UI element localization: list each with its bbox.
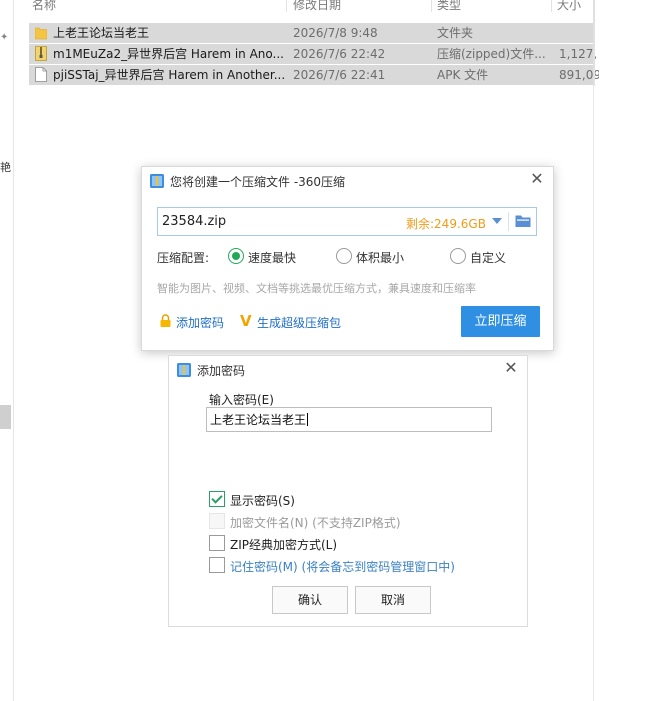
dialog-titlebar[interactable]: 添加密码 ✕ (169, 356, 527, 384)
compress-dialog: 您将创建一个压缩文件 -360压缩 ✕ 23584.zip 剩余:249.6GB… (141, 166, 554, 351)
file-name: 上老王论坛当老王 (53, 26, 150, 40)
dialog-title: 您将创建一个压缩文件 -360压缩 (170, 175, 346, 189)
show-password-checkbox[interactable] (209, 491, 225, 507)
file-row[interactable]: m1MEuZa2_异世界后宫 Harem in Ano... 2026/7/6 … (29, 44, 597, 64)
file-icon (35, 67, 47, 82)
dialog-title: 添加密码 (197, 364, 246, 378)
password-input-label: 输入密码(E) (209, 393, 274, 407)
mode-description: 智能为图片、视频、文档等挑选最优压缩方式，兼具速度和压缩率 (157, 282, 476, 295)
remember-password-checkbox[interactable] (209, 557, 225, 573)
cancel-button[interactable]: 取消 (355, 586, 431, 614)
show-password-label[interactable]: 显示密码(S) (230, 492, 295, 509)
file-name: m1MEuZa2_异世界后宫 Harem in Ano... (53, 47, 284, 61)
password-text: 上老王论坛当老王 (210, 413, 307, 427)
encrypt-filenames-label: 加密文件名(N) (不支持ZIP格式) (230, 516, 401, 530)
file-type: 压缩(zipped)文件... (437, 47, 546, 61)
folder-icon (35, 27, 47, 40)
navigation-selected-item[interactable] (0, 405, 11, 429)
zip-classic-encryption-checkbox[interactable] (209, 535, 225, 551)
window-edge (593, 86, 594, 701)
column-separator[interactable] (551, 0, 552, 12)
compress-config-label: 压缩配置: (157, 251, 210, 265)
super-pack-link[interactable]: 生成超级压缩包 (257, 314, 341, 331)
compress-now-button[interactable]: 立即压缩 (461, 306, 540, 337)
file-date: 2026/7/8 9:48 (293, 26, 378, 40)
zip-file-icon (35, 46, 47, 61)
dropdown-arrow-icon[interactable] (492, 218, 502, 224)
radio-fastest-label[interactable]: 速度最快 (248, 249, 296, 266)
confirm-button[interactable]: 确认 (272, 586, 348, 614)
pin-icon[interactable]: ✦ (0, 33, 10, 43)
super-pack-v-icon[interactable]: V (240, 312, 252, 330)
360-zip-app-icon (150, 174, 164, 188)
file-name: pjiSSTaj_异世界后宫 Harem in Another... (53, 68, 285, 82)
column-separator[interactable] (286, 0, 287, 12)
field-divider (508, 212, 509, 231)
add-password-link[interactable]: 添加密码 (176, 314, 224, 331)
text-caret (307, 413, 309, 426)
pane-divider (13, 0, 14, 701)
file-type: 文件夹 (437, 26, 474, 40)
output-path-value[interactable]: 23584.zip (162, 214, 226, 229)
file-row[interactable]: pjiSSTaj_异世界后宫 Harem in Another... 2026/… (29, 65, 599, 85)
close-icon[interactable]: ✕ (529, 171, 545, 187)
zip-classic-encryption-label[interactable]: ZIP经典加密方式(L) (230, 536, 337, 553)
column-header-type[interactable]: 类型 (437, 0, 537, 12)
navigation-item-label[interactable]: 艳 (0, 159, 11, 175)
column-header-size[interactable]: 大小 (557, 0, 593, 12)
column-separator[interactable] (431, 0, 432, 12)
radio-smallest[interactable] (336, 248, 352, 264)
remember-password-label[interactable]: 记住密码(M) (将会备忘到密码管理窗口中) (230, 558, 455, 575)
password-input[interactable]: 上老王论坛当老王 (206, 407, 492, 432)
lock-icon[interactable] (159, 314, 172, 327)
file-date: 2026/7/6 22:41 (293, 68, 386, 82)
file-type: APK 文件 (437, 68, 489, 82)
dialog-titlebar[interactable]: 您将创建一个压缩文件 -360压缩 ✕ (142, 167, 553, 193)
file-date: 2026/7/6 22:42 (293, 47, 386, 61)
list-scroll-edge (593, 0, 595, 86)
navigation-pane (0, 0, 13, 701)
encrypt-filenames-checkbox (209, 513, 225, 529)
free-space-label: 剩余:249.6GB (406, 217, 486, 231)
radio-smallest-label[interactable]: 体积最小 (356, 249, 404, 266)
close-icon[interactable]: ✕ (503, 360, 519, 376)
browse-folder-icon[interactable] (515, 214, 531, 228)
file-row[interactable]: 上老王论坛当老王 2026/7/8 9:48 文件夹 (29, 23, 593, 43)
add-password-dialog: 添加密码 ✕ 输入密码(E) 上老王论坛当老王 显示密码(S) 加密文件名(N)… (168, 355, 528, 627)
radio-custom-label[interactable]: 自定义 (470, 249, 506, 266)
radio-fastest[interactable] (228, 248, 244, 264)
column-header-date[interactable]: 修改日期 (293, 0, 413, 12)
column-header-name[interactable]: 名称 (32, 0, 232, 12)
radio-custom[interactable] (450, 248, 466, 264)
password-input-value[interactable]: 上老王论坛当老王 (210, 411, 309, 428)
output-path-field[interactable]: 23584.zip 剩余:249.6GB (157, 207, 537, 236)
360-zip-app-icon (177, 363, 191, 377)
